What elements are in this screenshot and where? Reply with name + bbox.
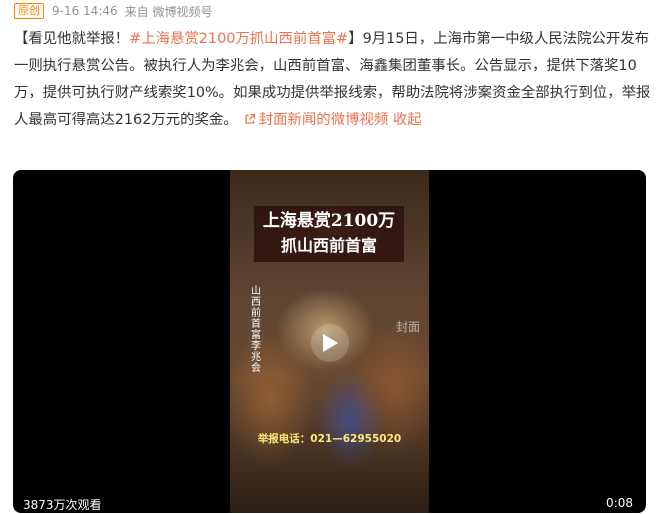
post-intro: 【看见他就举报！ (14, 31, 130, 47)
collapse-button[interactable]: 收起 (393, 112, 422, 128)
play-button[interactable] (311, 324, 349, 362)
video-watermark: 封面 (396, 320, 421, 334)
video-headline-line2: 抓山西前首富 (280, 236, 377, 255)
view-count: 3873万次观看 (23, 498, 102, 512)
post-meta: 原创 9-16 14:46 来自 微博视频号 (14, 2, 212, 20)
video-report-phone: 举报电话：021—62955020 (257, 433, 402, 445)
video-source-label: 封面新闻的微博视频 (258, 112, 389, 128)
link-icon (245, 113, 255, 124)
video-source-link[interactable]: 封面新闻的微博视频 (238, 112, 389, 128)
video-duration: 0:08 (606, 496, 633, 510)
post-body: 【看见他就举报！#上海悬赏2100万抓山西前首富#】9月15日，上海市第一中级人… (14, 26, 654, 134)
topic-link[interactable]: #上海悬赏2100万抓山西前首富# (129, 31, 348, 47)
video-player[interactable]: 上海悬赏2100万 抓山西前首富 山西前首富李兆会 封面 举报电话：021—62… (13, 170, 646, 513)
video-headline-box: 上海悬赏2100万 抓山西前首富 (254, 206, 404, 262)
play-icon (323, 334, 338, 352)
post-source[interactable]: 来自 微博视频号 (125, 3, 213, 20)
video-vertical-caption: 山西前首富李兆会 (251, 286, 261, 374)
post-timestamp[interactable]: 9-16 14:46 (52, 4, 118, 18)
video-frame: 上海悬赏2100万 抓山西前首富 山西前首富李兆会 封面 举报电话：021—62… (230, 170, 429, 513)
original-badge: 原创 (14, 3, 44, 19)
video-headline-line1: 上海悬赏2100万 (262, 211, 396, 231)
